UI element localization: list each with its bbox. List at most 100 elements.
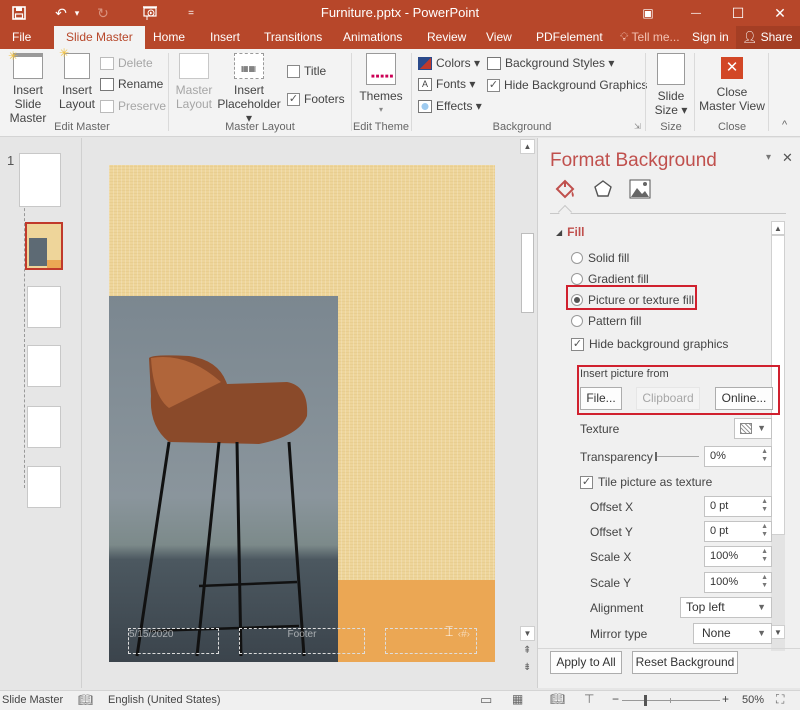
mirror-type-dropdown[interactable]: None ▼ bbox=[693, 623, 772, 644]
transparency-slider-handle[interactable] bbox=[655, 452, 657, 461]
next-slide-button[interactable]: ⇟ bbox=[523, 662, 531, 673]
share-button[interactable]: 👤︎ Share bbox=[736, 26, 800, 49]
spinner-arrows-icon[interactable]: ▲ ▼ bbox=[761, 548, 768, 564]
spinner-arrows-icon[interactable]: ▲ ▼ bbox=[761, 448, 768, 464]
language-label[interactable]: English (United States) bbox=[108, 694, 221, 706]
themes-button[interactable]: ■■■■■ Themes ▾ bbox=[356, 53, 406, 117]
background-styles-button[interactable]: Background Styles ▾ bbox=[487, 54, 614, 72]
fill-section-header[interactable]: ◢ Fill bbox=[556, 225, 585, 239]
pattern-fill-radio[interactable]: Pattern fill bbox=[571, 314, 641, 328]
picture-tab[interactable] bbox=[629, 178, 651, 200]
slide-sorter-button[interactable]: ▦ bbox=[512, 692, 523, 706]
insert-placeholder-button[interactable]: ▦▦ Insert Placeholder ▾ bbox=[214, 53, 284, 125]
effects-tab[interactable] bbox=[592, 178, 614, 200]
spinner-arrows-icon[interactable]: ▲ ▼ bbox=[761, 498, 768, 514]
rename-button[interactable]: Rename bbox=[100, 75, 163, 93]
date-placeholder[interactable]: 5/15/2020 bbox=[128, 628, 219, 654]
minimize-button[interactable]: — bbox=[676, 0, 716, 26]
solid-fill-radio[interactable]: Solid fill bbox=[571, 251, 629, 265]
thumbnail-layout[interactable] bbox=[27, 345, 61, 387]
file-button[interactable]: File... bbox=[580, 387, 622, 410]
slide-number-placeholder[interactable]: ‹#› bbox=[385, 628, 477, 654]
insert-layout-button[interactable]: ✳ Insert Layout bbox=[58, 46, 96, 111]
reset-background-button[interactable]: Reset Background bbox=[632, 651, 738, 674]
zoom-in-button[interactable]: + bbox=[722, 692, 729, 706]
tab-animations[interactable]: Animations bbox=[341, 26, 404, 49]
slide-size-button[interactable]: Slide Size ▾ bbox=[650, 53, 692, 117]
tab-view[interactable]: View bbox=[484, 26, 514, 49]
zoom-slider-handle[interactable] bbox=[644, 695, 647, 706]
delete-button[interactable]: Delete bbox=[100, 54, 153, 72]
offset-x-label: Offset X bbox=[590, 500, 634, 514]
panel-scroll-down[interactable]: ▼ bbox=[771, 625, 785, 639]
tile-picture-checkbox[interactable]: ✓ Tile picture as texture bbox=[580, 475, 712, 489]
spell-check-icon[interactable]: 📖︎ bbox=[78, 693, 93, 707]
offset-y-input[interactable]: 0 pt ▲ ▼ bbox=[704, 521, 772, 542]
thumbnail-layout[interactable] bbox=[27, 406, 61, 448]
preserve-button[interactable]: Preserve bbox=[100, 97, 166, 115]
offset-x-input[interactable]: 0 pt ▲ ▼ bbox=[704, 496, 772, 517]
maximize-button[interactable]: ☐ bbox=[718, 0, 758, 26]
slide-vertical-scrollbar[interactable]: ▲ ▼ ⇞ ⇟ bbox=[519, 138, 536, 688]
scale-y-input[interactable]: 100% ▲ ▼ bbox=[704, 572, 772, 593]
panel-close-button[interactable]: ✕ bbox=[782, 150, 793, 166]
thumbnail-layout[interactable] bbox=[27, 466, 61, 508]
slide-layout[interactable]: 5/15/2020 Footer ‹#› ⌶ bbox=[109, 165, 495, 662]
thumbnail-slide-master[interactable] bbox=[19, 153, 61, 207]
footers-checkbox[interactable]: ✓ Footers bbox=[287, 90, 345, 108]
tab-review[interactable]: Review bbox=[425, 26, 468, 49]
master-layout-button[interactable]: Master Layout bbox=[174, 53, 214, 111]
thumbnail-layout[interactable] bbox=[27, 286, 61, 328]
scale-x-input[interactable]: 100% ▲ ▼ bbox=[704, 546, 772, 567]
alignment-dropdown[interactable]: Top left ▼ bbox=[680, 597, 772, 618]
texture-dropdown[interactable]: ▼ bbox=[734, 418, 772, 439]
insert-slide-master-button[interactable]: ✳ Insert Slide Master bbox=[0, 49, 56, 125]
tab-home[interactable]: Home bbox=[151, 26, 187, 49]
background-dialog-launcher-icon[interactable]: ⇲ bbox=[634, 122, 641, 131]
sign-in-link[interactable]: Sign in bbox=[690, 26, 731, 49]
hide-background-graphics-checkbox[interactable]: ✓ Hide background graphics bbox=[571, 337, 728, 351]
colors-button[interactable]: Colors ▾ bbox=[418, 54, 480, 72]
reading-view-button[interactable]: 📖︎ bbox=[550, 692, 565, 706]
clipboard-button[interactable]: Clipboard bbox=[636, 387, 700, 410]
panel-scroll-up[interactable]: ▲ bbox=[771, 221, 785, 235]
footer-placeholder[interactable]: Footer bbox=[239, 628, 365, 654]
panel-options-dropdown[interactable]: ▾ bbox=[766, 152, 771, 163]
chair-photo[interactable] bbox=[109, 296, 338, 662]
ribbon-display-options-button[interactable]: ▣ bbox=[628, 0, 668, 26]
transparency-input[interactable]: 0% ▲ ▼ bbox=[704, 446, 772, 467]
spinner-arrows-icon[interactable]: ▲ ▼ bbox=[761, 523, 768, 539]
transparency-slider[interactable] bbox=[655, 452, 699, 461]
fonts-button[interactable]: A Fonts ▾ bbox=[418, 75, 475, 93]
hide-background-graphics-checkbox[interactable]: ✓ Hide Background Graphics bbox=[487, 76, 647, 94]
tab-insert[interactable]: Insert bbox=[208, 26, 242, 49]
online-button[interactable]: Online... bbox=[715, 387, 773, 410]
panel-scrollbar[interactable]: ▲ ▼ bbox=[771, 221, 785, 651]
gradient-fill-radio[interactable]: Gradient fill bbox=[571, 272, 649, 286]
zoom-level[interactable]: 50% bbox=[742, 694, 764, 706]
thumbnail-layout-selected[interactable] bbox=[25, 222, 63, 270]
tell-me-search[interactable]: 💡︎ Tell me... bbox=[618, 26, 682, 49]
scroll-down-button[interactable]: ▼ bbox=[520, 626, 535, 641]
effects-button[interactable]: Effects ▾ bbox=[418, 97, 482, 115]
close-master-view-button[interactable]: ✕ Close Master View bbox=[698, 53, 766, 113]
format-background-panel: Format Background ▾ ✕ ▲ ▼ ◢ Fill Solid fi… bbox=[537, 138, 800, 688]
previous-slide-button[interactable]: ⇞ bbox=[523, 645, 531, 656]
title-checkbox[interactable]: Title bbox=[287, 62, 326, 80]
zoom-slider[interactable] bbox=[622, 695, 720, 706]
tab-transitions[interactable]: Transitions bbox=[262, 26, 324, 49]
apply-to-all-button[interactable]: Apply to All bbox=[550, 651, 622, 674]
fit-slide-button[interactable]: ⛶ bbox=[776, 692, 784, 707]
zoom-out-button[interactable]: − bbox=[612, 692, 619, 706]
scroll-up-button[interactable]: ▲ bbox=[520, 139, 535, 154]
collapse-ribbon-icon[interactable]: ^ bbox=[782, 119, 787, 131]
fill-tab[interactable] bbox=[554, 178, 576, 200]
close-window-button[interactable]: ✕ bbox=[760, 0, 800, 26]
normal-view-button[interactable]: ▭ bbox=[480, 692, 492, 708]
scroll-thumb[interactable] bbox=[521, 233, 534, 313]
rename-icon bbox=[100, 77, 114, 91]
spinner-arrows-icon[interactable]: ▲ ▼ bbox=[761, 574, 768, 590]
tab-file[interactable]: File bbox=[10, 26, 33, 49]
tab-pdfelement[interactable]: PDFelement bbox=[534, 26, 605, 49]
slideshow-view-button[interactable]: ⊤ bbox=[584, 692, 594, 706]
